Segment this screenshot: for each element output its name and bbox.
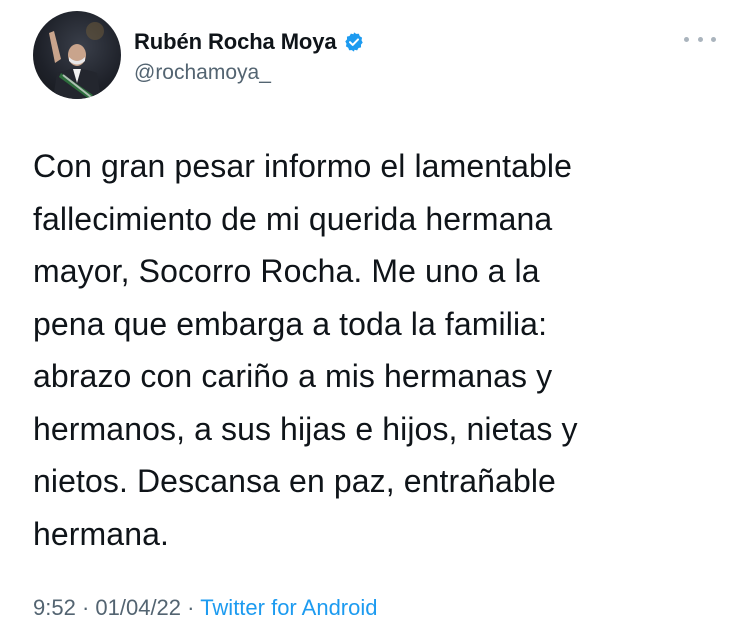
meta-separator: ·	[181, 595, 201, 620]
tweet-metadata: 9:52 · 01/04/22 · Twitter for Android	[33, 595, 378, 621]
tweet-card: Rubén Rocha Moya @rochamoya_ Con gran pe…	[0, 0, 750, 638]
more-dot	[697, 36, 703, 42]
avatar[interactable]	[33, 11, 121, 99]
profile-photo-avatar	[49, 22, 104, 99]
tweet-date[interactable]: 01/04/22	[95, 595, 181, 620]
display-name-row: Rubén Rocha Moya	[134, 28, 365, 56]
tweet-time[interactable]: 9:52	[33, 595, 76, 620]
tweet-source-link[interactable]: Twitter for Android	[200, 595, 377, 620]
meta-separator: ·	[75, 595, 96, 620]
more-options-button[interactable]	[684, 30, 716, 48]
user-handle[interactable]: @rochamoya_	[134, 61, 365, 85]
tweet-text: Con gran pesar informo el lamentable fal…	[33, 148, 578, 552]
verified-badge-icon	[343, 31, 365, 53]
more-dot	[711, 36, 716, 42]
author-info: Rubén Rocha Moya @rochamoya_	[134, 28, 365, 85]
more-horizontal-icon	[684, 36, 689, 42]
display-name[interactable]: Rubén Rocha Moya	[134, 29, 337, 55]
